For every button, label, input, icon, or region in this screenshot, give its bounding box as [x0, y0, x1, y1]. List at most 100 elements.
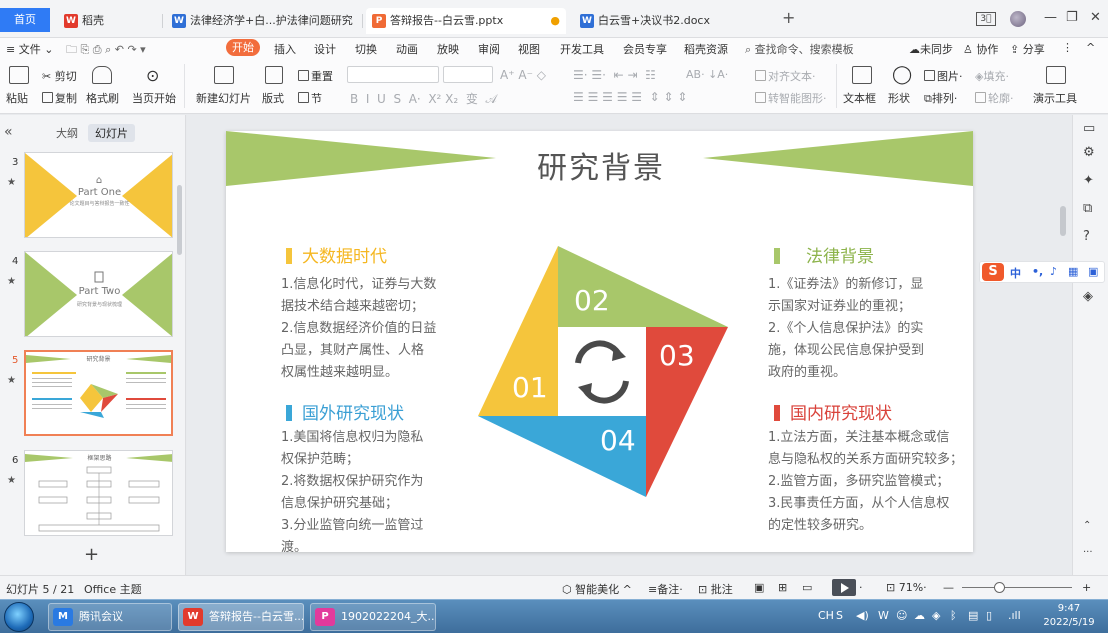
format-painter-icon[interactable] — [92, 66, 112, 84]
menu-slideshow[interactable]: 放映 — [437, 41, 459, 57]
menu-member[interactable]: 会员专享 — [623, 41, 667, 57]
sidebar-menu-icon[interactable]: ▭ — [1083, 121, 1095, 136]
slide-thumb-3[interactable]: ⌂ Part One 论文题目与答辩报告一致性 — [24, 152, 173, 238]
cloud-tray-icon[interactable]: ☁ — [914, 609, 925, 622]
slide-thumb-4[interactable]: Part Two 研究背景与现状梳理 — [24, 251, 173, 337]
pin-icon[interactable]: ✦ — [1083, 173, 1094, 188]
close-icon[interactable]: ✕ — [1090, 10, 1101, 25]
slide-title[interactable]: 研究背景 — [526, 143, 676, 187]
list-icons[interactable]: ☰· ☰· ⇤ ⇥ ☷ — [573, 68, 656, 82]
new-tab-icon[interactable]: + — [782, 8, 795, 27]
microphone-icon[interactable]: ♪ — [1050, 265, 1057, 278]
presentation-tools-button[interactable]: 演示工具 — [1033, 90, 1077, 106]
text-direction-icons[interactable]: AB· ↓A· — [686, 68, 728, 81]
menu-insert[interactable]: 插入 — [274, 41, 296, 57]
slide-thumb-6[interactable]: 框架思路 — [24, 450, 173, 536]
panel-scrollbar[interactable] — [177, 185, 182, 255]
collapse-panel-icon[interactable]: « — [4, 124, 13, 140]
zoom-control[interactable]: ⊡ 71%· — [886, 581, 927, 594]
start-button[interactable] — [4, 602, 34, 632]
play-slideshow-button[interactable] — [832, 579, 856, 596]
layout-icon[interactable] — [265, 66, 283, 84]
copy-button[interactable]: 复制 — [42, 90, 77, 106]
menu-transition[interactable]: 切换 — [355, 41, 377, 57]
zoom-in-icon[interactable]: + — [1082, 581, 1091, 594]
keyboard-icon[interactable]: ▦ — [1068, 265, 1078, 278]
location-icon[interactable]: ◈ — [1083, 289, 1093, 304]
restore-icon[interactable]: ❐ — [1066, 10, 1078, 25]
menu-animation[interactable]: 动画 — [396, 41, 418, 57]
more-dots-icon[interactable]: ··· — [1083, 547, 1093, 558]
menu-review[interactable]: 审阅 — [478, 41, 500, 57]
tab-resolution-doc[interactable]: W 白云雪+决议书2.docx — [574, 8, 764, 34]
section-body-legal[interactable]: 1.《证券法》的新修订，显 示国家对证券业的重视； 2.《个人信息保护法》的实 … — [768, 274, 924, 384]
font-family-select[interactable] — [347, 66, 439, 83]
signal-icon[interactable]: .ıll — [1008, 609, 1021, 622]
menu-file[interactable]: ≡ 文件 ⌄ — [6, 41, 53, 57]
section-heading-foreign[interactable]: 国外研究现状 — [286, 399, 404, 424]
font-style-icons[interactable]: B I U S A· X² X₂ 变 𝒜 — [350, 90, 497, 107]
font-size-select[interactable] — [443, 66, 493, 83]
textbox-button[interactable]: 文本框 — [843, 90, 876, 106]
system-clock[interactable]: 9:47 2022/5/19 — [1036, 602, 1102, 630]
scroll-thumb[interactable] — [1060, 206, 1066, 236]
taskbar-item-wps[interactable]: W 答辩报告--白云雪... — [178, 603, 304, 631]
wps-tray-icon[interactable]: W — [878, 609, 889, 622]
ime-toolbar[interactable]: S 中 •, ♪ ▦ ▣ — [979, 261, 1105, 283]
tab-home[interactable]: 首页 — [0, 8, 50, 32]
tab-daoke[interactable]: W 稻壳 — [58, 8, 158, 34]
taskbar-item-meeting[interactable]: M 腾讯会议 — [48, 603, 172, 631]
new-slide-icon[interactable] — [214, 66, 234, 84]
normal-view-icon[interactable]: ▣ — [754, 581, 764, 594]
slide-thumb-5[interactable]: 研究背景 — [24, 350, 173, 436]
wechat-icon[interactable]: ☺ — [896, 609, 907, 622]
help-icon[interactable]: ? — [1083, 229, 1090, 244]
section-heading-domestic[interactable]: 国内研究现状 — [774, 399, 892, 424]
grid-icon[interactable]: ▣ — [1088, 265, 1098, 278]
power-icon[interactable]: ▯ — [986, 609, 992, 622]
add-slide-icon[interactable]: + — [84, 544, 99, 565]
paste-icon[interactable] — [9, 66, 29, 84]
section-body-foreign[interactable]: 1.美国将信息权归为隐私 权保护范畴； 2.将数据权保护研究作为 信息保护研究基… — [281, 427, 423, 552]
menu-daoke-resources[interactable]: 稻壳资源 — [684, 41, 728, 57]
font-size-adjust-icons[interactable]: A⁺ A⁻ ◇ — [500, 68, 546, 82]
tray-apps-icon[interactable]: ◈ — [932, 609, 940, 622]
layout-mode-icon[interactable]: 3⃣ — [976, 12, 996, 26]
network-icon[interactable]: ▤ — [968, 609, 978, 622]
tab-law-doc[interactable]: W 法律经济学+白...护法律问题研究 — [166, 8, 356, 34]
paste-button[interactable]: 粘贴 — [6, 90, 28, 106]
smart-beautify-button[interactable]: ⬡ 智能美化 ^ — [562, 581, 632, 597]
slide-5[interactable]: 01 02 03 04 研究背景 大数据时代 1.信息化时代，证券与大数 据技术… — [226, 131, 973, 552]
collab-button[interactable]: ♙ 协作 — [963, 41, 998, 57]
share-button[interactable]: ⇪ 分享 — [1010, 41, 1045, 57]
tray-sogou-icon[interactable]: S — [836, 609, 843, 622]
menu-developer[interactable]: 开发工具 — [560, 41, 604, 57]
align-text-button[interactable]: 对齐文本· — [755, 68, 816, 84]
play-from-current-button[interactable]: 当页开始 — [132, 90, 176, 106]
tray-language[interactable]: CH — [818, 609, 834, 622]
reading-view-icon[interactable]: ▭ — [802, 581, 812, 594]
zoom-slider-knob[interactable] — [994, 582, 1005, 593]
sync-status[interactable]: ☁未同步 — [909, 41, 953, 57]
new-slide-button[interactable]: 新建幻灯片 — [196, 90, 251, 106]
settings-slider-icon[interactable]: ⚙ — [1083, 145, 1095, 160]
textbox-icon[interactable] — [852, 66, 872, 84]
slide-nav-icons[interactable]: ⌃ — [1083, 520, 1091, 531]
smartart-button[interactable]: 转智能图形· — [755, 90, 827, 106]
arrange-button[interactable]: ⧉排列· — [924, 90, 957, 106]
cut-button[interactable]: ✂ 剪切 — [42, 68, 77, 84]
reset-button[interactable]: 重置 — [298, 68, 333, 84]
menu-view[interactable]: 视图 — [518, 41, 540, 57]
section-body-domestic[interactable]: 1.立法方面，关注基本概念或信 息与隐私权的关系方面研究较多； 2.监管方面，多… — [768, 427, 963, 537]
play-dropdown-icon[interactable]: · — [859, 581, 863, 594]
layout-button[interactable]: 版式 — [262, 90, 284, 106]
section-heading-bigdata[interactable]: 大数据时代 — [286, 242, 387, 267]
copy-panel-icon[interactable]: ⧉ — [1083, 201, 1092, 216]
volume-icon[interactable]: ◀) — [856, 609, 869, 622]
picture-button[interactable]: 图片· — [924, 68, 963, 84]
section-heading-legal[interactable]: 法律背景 — [774, 242, 874, 267]
zoom-slider-track[interactable] — [962, 587, 1072, 588]
punctuation-icon[interactable]: •, — [1032, 265, 1043, 278]
zoom-out-icon[interactable]: — — [943, 581, 954, 594]
collapse-ribbon-icon[interactable]: ^ — [1086, 41, 1095, 54]
